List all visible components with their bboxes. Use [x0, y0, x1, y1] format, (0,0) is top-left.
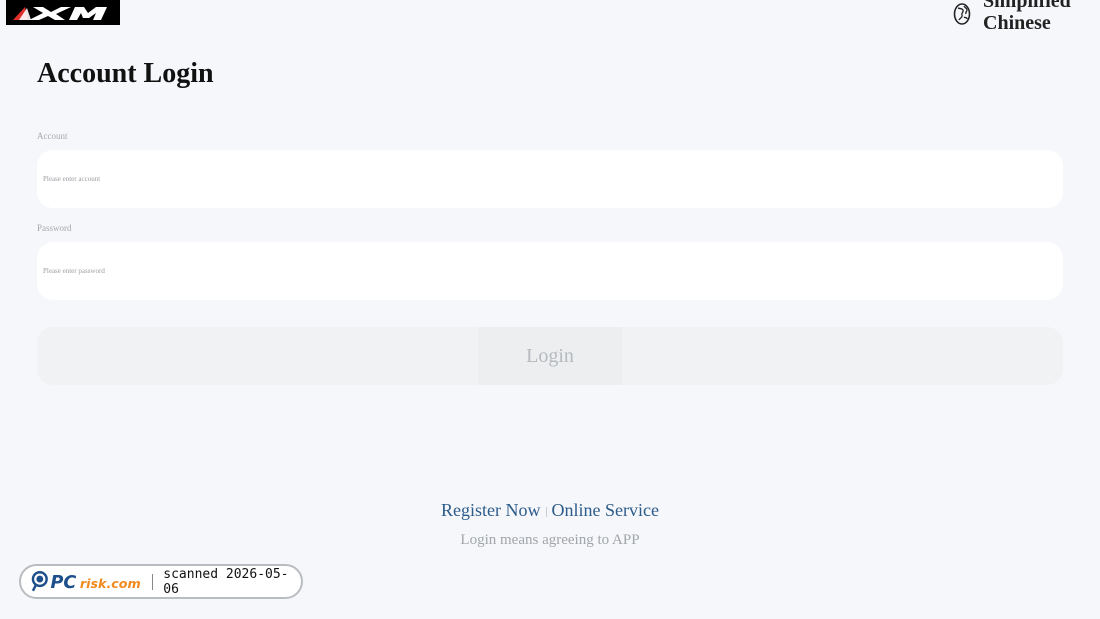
pcrisk-logo-text: PCrisk.com: [21, 581, 22, 582]
pcrisk-watermark: PC risk.com PCrisk.com scanned 2026-05-0…: [19, 564, 303, 599]
password-field-wrapper: [37, 242, 1063, 300]
agreement-text: Login means agreeing to APP: [460, 532, 640, 548]
language-label: Simplified Chinese: [983, 0, 1071, 34]
account-field-wrapper: [37, 150, 1063, 208]
footer-links: Register Now Online Service: [0, 500, 1100, 521]
globe-icon: [953, 3, 971, 25]
pcrisk-logo: PC risk.com: [31, 570, 141, 592]
watermark-divider: [152, 573, 154, 590]
link-divider: [545, 506, 547, 517]
account-input[interactable]: [37, 150, 1063, 208]
account-label: Account: [37, 131, 68, 141]
password-input[interactable]: [37, 242, 1063, 300]
svg-text:PC: PC: [51, 572, 77, 592]
register-now-link[interactable]: Register Now: [441, 500, 540, 520]
login-button-label: Login: [478, 327, 622, 385]
password-label: Password: [37, 223, 72, 233]
xm-logo-graphic: [13, 6, 107, 20]
language-selector[interactable]: Simplified Chinese: [950, 0, 1100, 34]
page-title: Account Login: [37, 58, 214, 89]
scan-date: scanned 2026-05-06: [163, 566, 289, 597]
online-service-link[interactable]: Online Service: [552, 500, 659, 520]
svg-text:risk.com: risk.com: [80, 575, 141, 590]
login-page: XM Simplified Chinese Account Login Acco…: [0, 0, 1100, 619]
xm-logo: XM: [6, 0, 120, 25]
login-button[interactable]: Login: [37, 327, 1063, 385]
